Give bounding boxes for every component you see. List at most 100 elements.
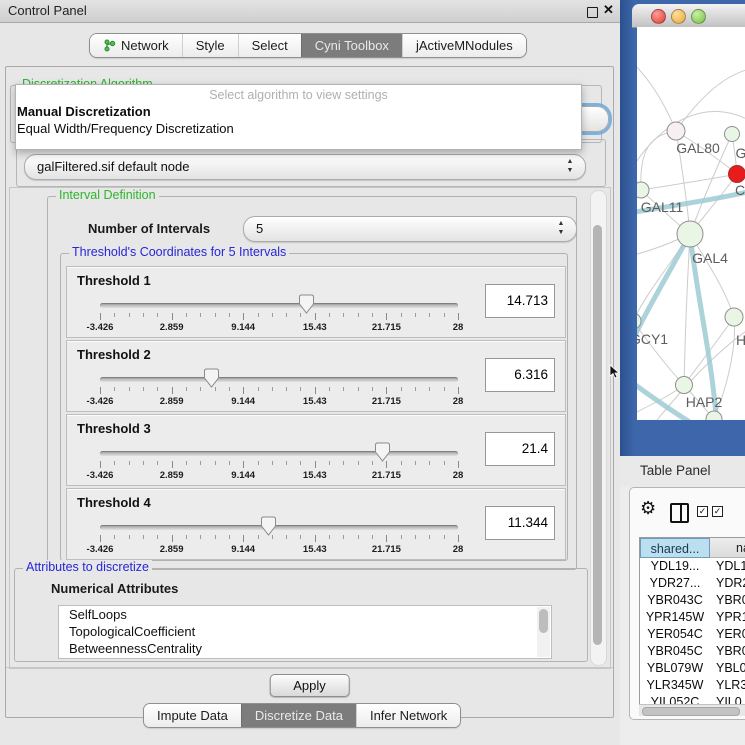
threshold-label: Threshold 1 — [77, 273, 151, 288]
node-label: G — [736, 145, 745, 161]
tab-network[interactable]: Network — [90, 34, 182, 57]
list-item[interactable]: SelfLoops — [59, 606, 551, 623]
tab-label: Style — [196, 38, 225, 53]
scrollbar-thumb[interactable] — [593, 225, 602, 645]
popup-option-equal-width-frequency[interactable]: Equal Width/Frequency Discretization — [17, 121, 234, 136]
slider-ticks — [100, 461, 458, 469]
table-horizontal-scrollbar[interactable] — [639, 704, 745, 716]
threshold-row-2: Threshold 2 -3.4262.8599.14415.4321.7152… — [66, 340, 566, 412]
table-panel-card: ⚙ ✓ ✓ shared... na YDL19...YDL1YDR27...Y… — [629, 487, 745, 720]
node-gal80 — [667, 122, 685, 140]
threshold-label: Threshold 2 — [77, 347, 151, 362]
scrollbar-thumb[interactable] — [642, 707, 740, 716]
node-red — [729, 166, 745, 183]
popup-option-manual-discretization[interactable]: Manual Discretization — [17, 104, 151, 119]
column-header-shared-name[interactable]: shared... — [640, 538, 710, 558]
table-row[interactable]: YBR043CYBR0 — [640, 592, 745, 609]
table-row[interactable]: YER054CYER0 — [640, 626, 745, 643]
network-window-titlebar[interactable] — [632, 4, 745, 28]
node-gal4 — [677, 221, 703, 247]
stepper-icon: ▲▼ — [556, 219, 566, 237]
minimize-traffic-light[interactable] — [671, 9, 686, 24]
settings-gear-icon[interactable]: ⚙ — [640, 498, 656, 519]
settings-scrollbar[interactable] — [590, 190, 607, 666]
node-hap2 — [676, 377, 693, 394]
tab-impute-data[interactable]: Impute Data — [144, 704, 241, 727]
group-title: Interval Definition — [56, 188, 159, 202]
table-row[interactable]: YDL19...YDL1 — [640, 558, 745, 575]
tab-cyni-toolbox[interactable]: Cyni Toolbox — [301, 34, 402, 57]
threshold-row-4: Threshold 4 -3.4262.8599.14415.4321.7152… — [66, 488, 566, 560]
node — [725, 127, 740, 142]
tab-discretize-data[interactable]: Discretize Data — [241, 704, 356, 727]
stepper-icon: ▲▼ — [565, 157, 575, 175]
tab-select[interactable]: Select — [238, 34, 301, 57]
threshold-value-field[interactable]: 14.713 — [485, 284, 555, 318]
list-scrollbar[interactable] — [537, 607, 550, 657]
threshold-row-3: Threshold 3 -3.4262.8599.14415.4321.7152… — [66, 414, 566, 486]
right-panel: GAL80 GAL11 GAL4 GCY1 HAP2 G C H Table P… — [620, 0, 745, 745]
tab-jactivemnodules[interactable]: jActiveMNodules — [402, 34, 526, 57]
checkbox-checked-icon[interactable]: ✓ — [712, 506, 723, 517]
group-title: Threshold's Coordinates for 5 Intervals — [69, 245, 289, 259]
control-panel: Control Panel ✕ Network Style Select Cyn… — [0, 0, 620, 745]
node-gal11 — [637, 182, 649, 198]
network-canvas[interactable]: GAL80 GAL11 GAL4 GCY1 HAP2 G C H — [637, 27, 745, 420]
threshold-label: Threshold 3 — [77, 421, 151, 436]
slider-thumb[interactable] — [375, 442, 390, 462]
threshold-slider-track[interactable] — [100, 377, 458, 382]
node-label: GAL4 — [692, 250, 728, 266]
table-panel-title: Table Panel — [640, 463, 711, 478]
tab-label: Select — [252, 38, 288, 53]
slider-tick-labels: -3.4262.8599.14415.4321.71528 — [100, 544, 458, 555]
table-row[interactable]: YBL079WYBL0 — [640, 660, 745, 677]
tab-infer-network[interactable]: Infer Network — [356, 704, 460, 727]
table-data-combobox[interactable]: galFiltered.sif default node ▲▼ — [24, 154, 586, 180]
node-label: H — [736, 332, 745, 348]
close-icon[interactable]: ✕ — [603, 2, 614, 18]
table-row[interactable]: YLR345WYLR3 — [640, 677, 745, 694]
table-row[interactable]: YDR27...YDR2 — [640, 575, 745, 592]
cyni-panel: Discretization Algorithm Table Data galF… — [5, 66, 614, 718]
table-row[interactable]: YBR045CYBR0 — [640, 643, 745, 660]
table-rows: YDL19...YDL1YDR27...YDR2YBR043CYBR0YPR14… — [640, 558, 745, 705]
apply-button[interactable]: Apply — [269, 674, 350, 697]
checkbox-checked-icon[interactable]: ✓ — [697, 506, 708, 517]
threshold-slider-track[interactable] — [100, 525, 458, 530]
slider-tick-labels: -3.4262.8599.14415.4321.71528 — [100, 470, 458, 481]
slider-thumb[interactable] — [261, 516, 276, 536]
number-of-intervals-combobox[interactable]: 5 ▲▼ — [243, 216, 577, 242]
node-label: GAL11 — [641, 199, 684, 215]
list-item[interactable]: TopologicalCoefficient — [59, 623, 551, 640]
threshold-slider-track[interactable] — [100, 303, 458, 308]
panel-title: Control Panel — [8, 3, 87, 18]
threshold-row-1: Threshold 1 -3.4262.8599.14415.4321.7152… — [66, 266, 566, 338]
float-window-icon[interactable] — [587, 7, 598, 18]
column-header-name[interactable]: na — [710, 538, 745, 558]
slider-ticks — [100, 313, 458, 321]
zoom-traffic-light[interactable] — [691, 9, 706, 24]
threshold-value-field[interactable]: 11.344 — [485, 506, 555, 540]
slider-ticks — [100, 535, 458, 543]
tab-label: Discretize Data — [255, 708, 343, 723]
slider-ticks — [100, 387, 458, 395]
number-of-intervals-label: Number of Intervals — [88, 221, 210, 236]
node-label: GAL80 — [676, 140, 720, 156]
list-item[interactable]: BetweennessCentrality — [59, 640, 551, 657]
threshold-label: Threshold 4 — [77, 495, 151, 510]
node — [725, 308, 743, 326]
network-graph: GAL80 GAL11 GAL4 GCY1 HAP2 G C H — [637, 27, 745, 420]
column-layout-icon[interactable] — [670, 503, 689, 523]
table-row[interactable]: YPR145WYPR1 — [640, 609, 745, 626]
group-title: Attributes to discretize — [23, 560, 152, 574]
close-traffic-light[interactable] — [651, 9, 666, 24]
threshold-value-field[interactable]: 6.316 — [485, 358, 555, 392]
threshold-value-field[interactable]: 21.4 — [485, 432, 555, 466]
top-tab-bar: Network Style Select Cyni Toolbox jActiv… — [89, 33, 527, 58]
slider-thumb[interactable] — [204, 368, 219, 388]
tab-label: Infer Network — [370, 708, 447, 723]
screen: Control Panel ✕ Network Style Select Cyn… — [0, 0, 745, 745]
slider-thumb[interactable] — [299, 294, 314, 314]
threshold-slider-track[interactable] — [100, 451, 458, 456]
tab-style[interactable]: Style — [182, 34, 238, 57]
